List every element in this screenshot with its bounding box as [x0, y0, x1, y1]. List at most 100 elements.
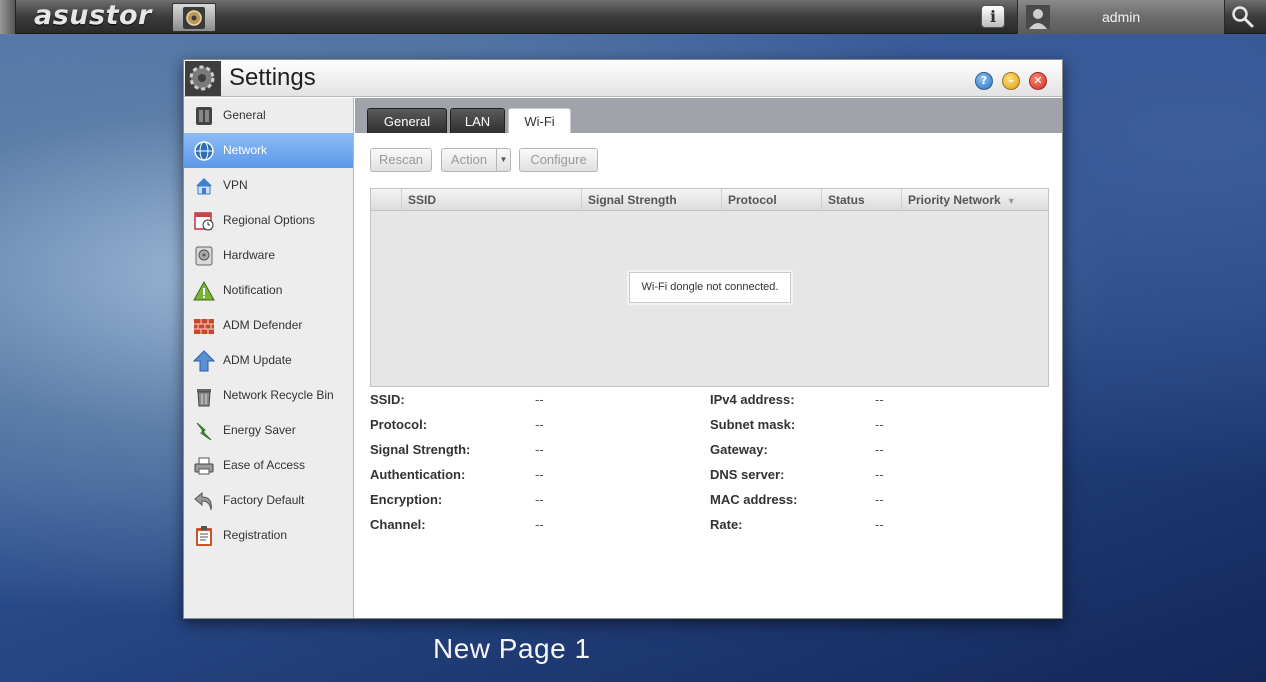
taskbar-grip[interactable]: [0, 0, 16, 34]
help-button[interactable]: ?: [975, 72, 993, 90]
sidebar-item-regional-options[interactable]: Regional Options: [184, 203, 353, 238]
action-dropdown[interactable]: Action ▼: [441, 148, 511, 172]
up-arrow-icon: [193, 350, 215, 372]
detail-value-subnet-mask: --: [875, 417, 884, 432]
network-panel: General LAN Wi-Fi Rescan Action ▼ Config…: [355, 98, 1062, 618]
detail-value-encryption: --: [535, 492, 544, 507]
sidebar-item-label: Hardware: [223, 248, 276, 262]
window-titlebar[interactable]: Settings ? – ✕: [184, 60, 1062, 97]
search-button[interactable]: [1230, 4, 1260, 30]
globe-network-icon: [194, 141, 214, 161]
gear-icon: [183, 7, 205, 29]
page-caption: New Page 1: [433, 633, 591, 664]
configure-button[interactable]: Configure: [519, 148, 598, 172]
column-protocol[interactable]: Protocol: [721, 189, 821, 211]
window-title: Settings: [229, 64, 316, 91]
column-signal-strength[interactable]: Signal Strength: [581, 189, 721, 211]
sidebar-item-factory-default[interactable]: Factory Default: [184, 483, 353, 518]
detail-label-channel: Channel:: [370, 517, 426, 532]
sidebar-item-label: Network: [223, 143, 268, 157]
sidebar-item-registration[interactable]: Registration: [184, 518, 353, 553]
detail-label-gateway: Gateway:: [710, 442, 768, 457]
detail-value-protocol: --: [535, 417, 544, 432]
detail-label-dns-server: DNS server:: [710, 467, 785, 482]
close-button[interactable]: ✕: [1029, 72, 1047, 90]
tab-wifi[interactable]: Wi-Fi: [508, 108, 571, 133]
info-button[interactable]: i: [981, 5, 1005, 28]
sidebar-item-label: Registration: [223, 528, 288, 542]
table-header: SSID Signal Strength Protocol Status Pri…: [371, 189, 1048, 211]
sidebar-item-label: General: [223, 108, 266, 122]
wifi-network-table: SSID Signal Strength Protocol Status Pri…: [370, 188, 1049, 387]
vpn-house-icon: [196, 178, 212, 195]
detail-label-signal-strength: Signal Strength:: [370, 442, 471, 457]
printer-icon: [194, 457, 214, 475]
detail-label-authentication: Authentication:: [370, 467, 466, 482]
sidebar-item-notification[interactable]: Notification: [184, 273, 353, 308]
firewall-brick-icon: [194, 319, 214, 334]
settings-gear-icon: [185, 61, 221, 96]
sidebar-item-label: Factory Default: [223, 493, 305, 507]
undo-arrow-icon: [194, 491, 212, 511]
lightning-icon: [196, 422, 212, 441]
trash-bin-icon: [197, 389, 211, 407]
server-icon: [196, 107, 212, 125]
calendar-clock-icon: [194, 212, 214, 231]
sidebar-item-general[interactable]: General: [184, 98, 353, 133]
sidebar-item-energy-saver[interactable]: Energy Saver: [184, 413, 353, 448]
detail-value-mac-address: --: [875, 492, 884, 507]
detail-label-protocol: Protocol:: [370, 417, 428, 432]
tab-bar: General LAN Wi-Fi: [355, 98, 1062, 133]
sidebar-item-ease-of-access[interactable]: Ease of Access: [184, 448, 353, 483]
asustor-logo: asustor: [34, 0, 152, 31]
detail-label-mac-address: MAC address:: [710, 492, 798, 507]
action-label: Action: [450, 152, 488, 167]
tab-lan[interactable]: LAN: [450, 108, 505, 133]
column-status[interactable]: Status: [821, 189, 901, 211]
column-select[interactable]: [371, 189, 401, 211]
top-bar: asustor i admin: [0, 0, 1266, 34]
sidebar-item-vpn[interactable]: VPN: [184, 168, 353, 203]
sidebar-item-label: Energy Saver: [223, 423, 296, 437]
username-label: admin: [1102, 9, 1141, 25]
rescan-button[interactable]: Rescan: [370, 148, 432, 172]
settings-window: Settings ? – ✕ General Network VPN Regio…: [183, 59, 1063, 619]
detail-value-ssid: --: [535, 392, 544, 407]
detail-label-ipv4-address: IPv4 address:: [710, 392, 795, 407]
detail-value-authentication: --: [535, 467, 544, 482]
detail-label-encryption: Encryption:: [370, 492, 443, 507]
column-priority-network-label: Priority Network: [908, 193, 1001, 207]
clipboard-icon: [196, 526, 212, 546]
sidebar-item-label: Network Recycle Bin: [223, 388, 334, 402]
detail-label-rate: Rate:: [710, 517, 743, 532]
sidebar-item-label: Notification: [223, 283, 283, 297]
sidebar-item-label: Ease of Access: [223, 458, 306, 472]
sidebar-item-network[interactable]: Network: [184, 133, 353, 168]
column-ssid[interactable]: SSID: [401, 189, 581, 211]
sidebar-item-network-recycle-bin[interactable]: Network Recycle Bin: [184, 378, 353, 413]
search-icon: [1232, 6, 1254, 28]
sidebar-item-hardware[interactable]: Hardware: [184, 238, 353, 273]
sidebar-item-adm-update[interactable]: ADM Update: [184, 343, 353, 378]
sidebar-item-label: ADM Update: [223, 353, 292, 367]
detail-value-signal-strength: --: [535, 442, 544, 457]
user-menu[interactable]: admin: [1017, 0, 1225, 34]
sort-arrow-icon[interactable]: ▼: [1007, 196, 1016, 206]
tab-general[interactable]: General: [367, 108, 447, 133]
detail-value-dns-server: --: [875, 467, 884, 482]
minimize-button[interactable]: –: [1002, 72, 1020, 90]
chevron-down-icon[interactable]: ▼: [496, 149, 510, 171]
settings-sidebar: General Network VPN Regional Options Har…: [184, 98, 354, 618]
sidebar-item-label: Regional Options: [223, 213, 316, 227]
settings-app-tile[interactable]: [172, 3, 216, 32]
detail-label-ssid: SSID:: [370, 392, 405, 407]
detail-value-rate: --: [875, 517, 884, 532]
user-avatar-icon: [1026, 5, 1050, 29]
sidebar-item-adm-defender[interactable]: ADM Defender: [184, 308, 353, 343]
warning-triangle-icon: [193, 280, 215, 301]
column-priority-network[interactable]: Priority Network ▼: [901, 189, 1048, 211]
detail-value-gateway: --: [875, 442, 884, 457]
sidebar-item-label: VPN: [223, 178, 248, 192]
sidebar-item-label: ADM Defender: [223, 318, 303, 332]
hard-drive-icon: [195, 246, 213, 266]
